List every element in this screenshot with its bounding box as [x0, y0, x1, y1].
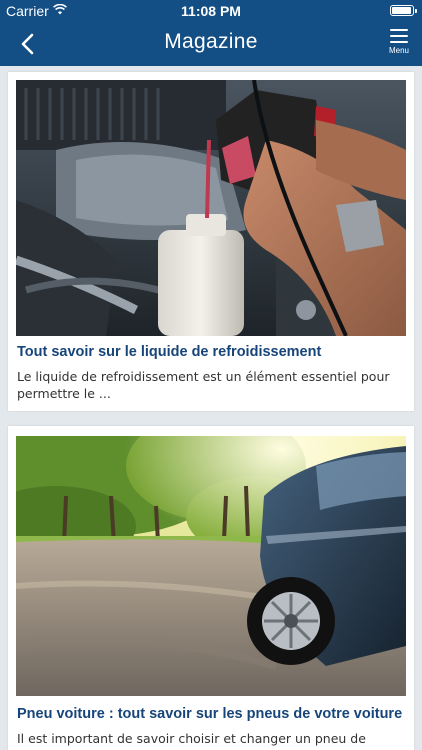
hamburger-icon: [390, 26, 408, 43]
article-title[interactable]: Tout savoir sur le liquide de refroidiss…: [17, 344, 405, 360]
article-excerpt: Le liquide de refroidissement est un élé…: [17, 369, 390, 401]
car-tyre-road-photo: [16, 436, 406, 696]
article-list[interactable]: Tout savoir sur le liquide de refroidiss…: [0, 66, 422, 750]
coolant-pouring-photo: [16, 80, 406, 336]
article-card[interactable]: Pneu voiture : tout savoir sur les pneus…: [8, 426, 414, 750]
article-image-tyre[interactable]: [16, 436, 406, 696]
battery-level: [392, 7, 411, 14]
article-excerpt: Il est important de savoir choisir et ch…: [17, 731, 366, 750]
article-image-coolant[interactable]: [16, 80, 406, 336]
menu-label: Menu: [388, 46, 409, 55]
navigation-bar: Magazine Menu: [0, 22, 422, 66]
article-title[interactable]: Pneu voiture : tout savoir sur les pneus…: [17, 706, 405, 722]
battery-icon: [390, 5, 417, 16]
page-title: Magazine: [164, 30, 258, 53]
menu-button[interactable]: Menu: [386, 26, 412, 62]
article-card[interactable]: Tout savoir sur le liquide de refroidiss…: [8, 72, 414, 411]
status-time: 11:08 PM: [181, 3, 241, 19]
status-bar: Carrier 11:08 PM: [0, 0, 422, 22]
